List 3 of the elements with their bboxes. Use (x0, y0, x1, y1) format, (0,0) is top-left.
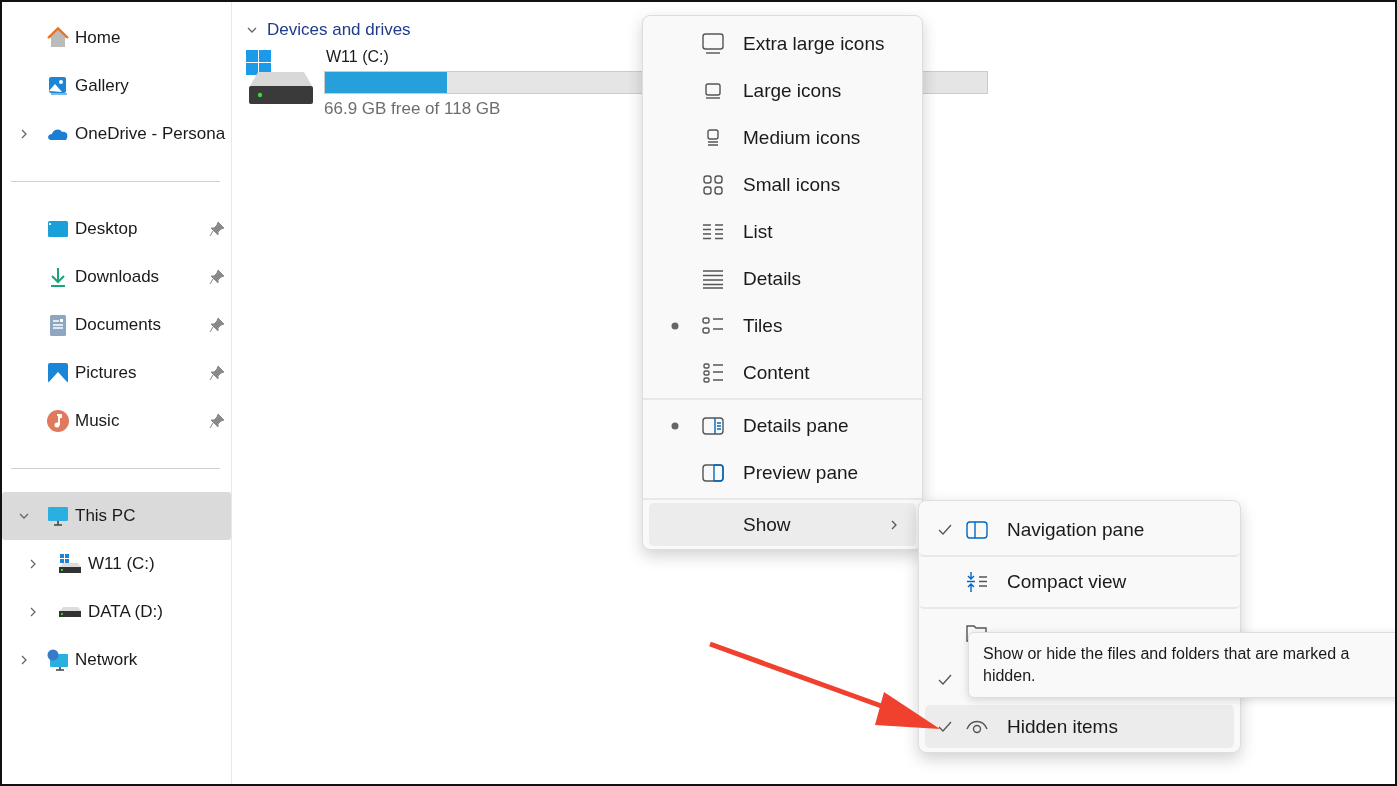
free-space-text: 66.9 GB free of 118 GB (324, 99, 502, 119)
tooltip: Show or hide the files and folders that are marked a hidden. (968, 632, 1395, 698)
drive-name: W11 (C:) (325, 48, 390, 66)
